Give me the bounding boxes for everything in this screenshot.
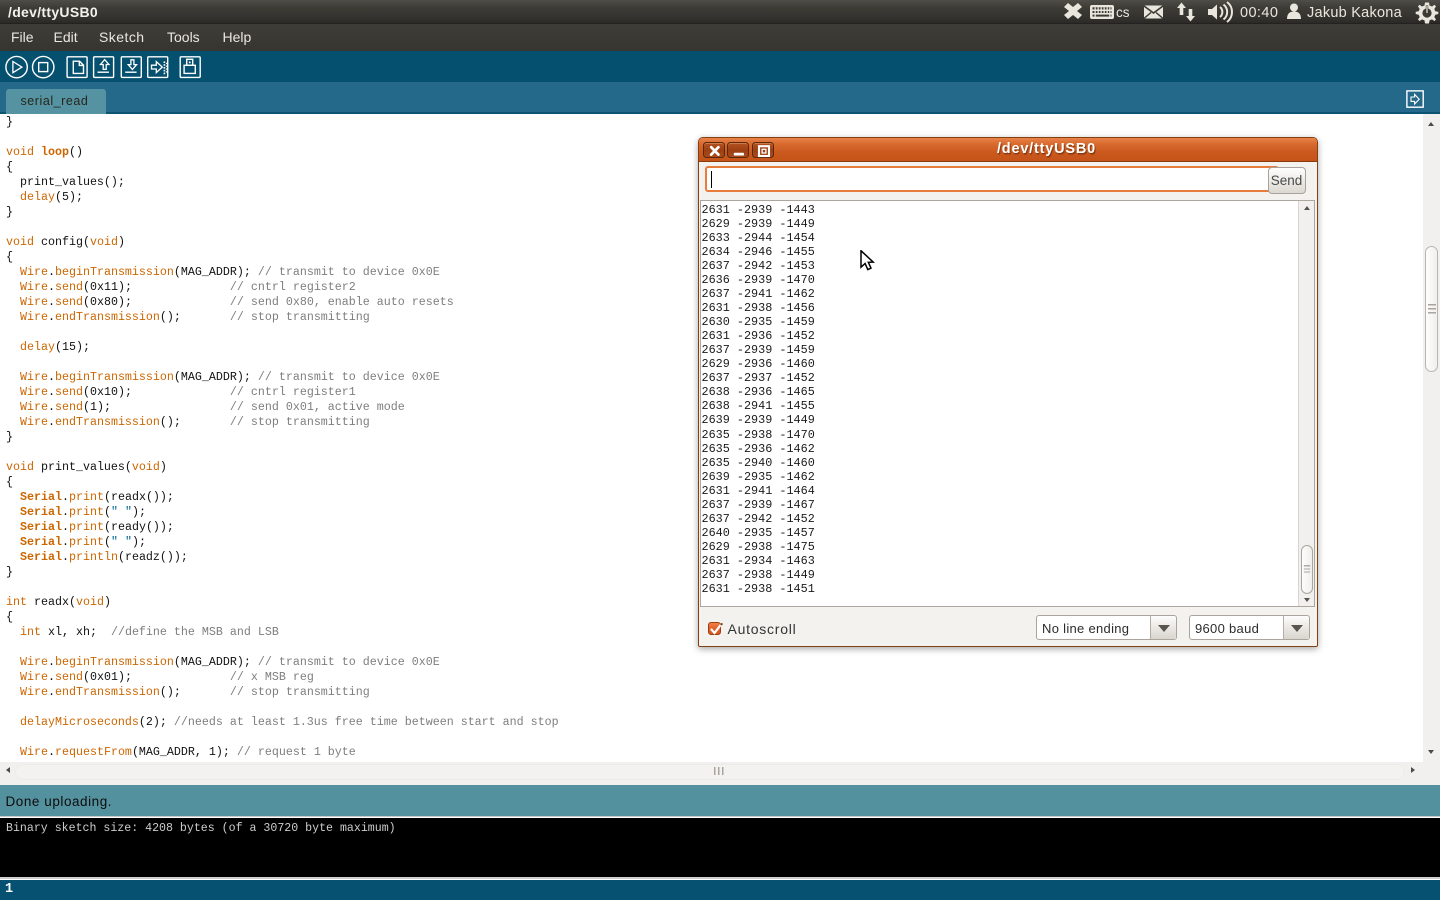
svg-text:cs: cs [1116, 5, 1130, 20]
svg-text:Jakub Kakona: Jakub Kakona [1307, 5, 1403, 21]
svg-text:00:40: 00:40 [1240, 5, 1278, 21]
